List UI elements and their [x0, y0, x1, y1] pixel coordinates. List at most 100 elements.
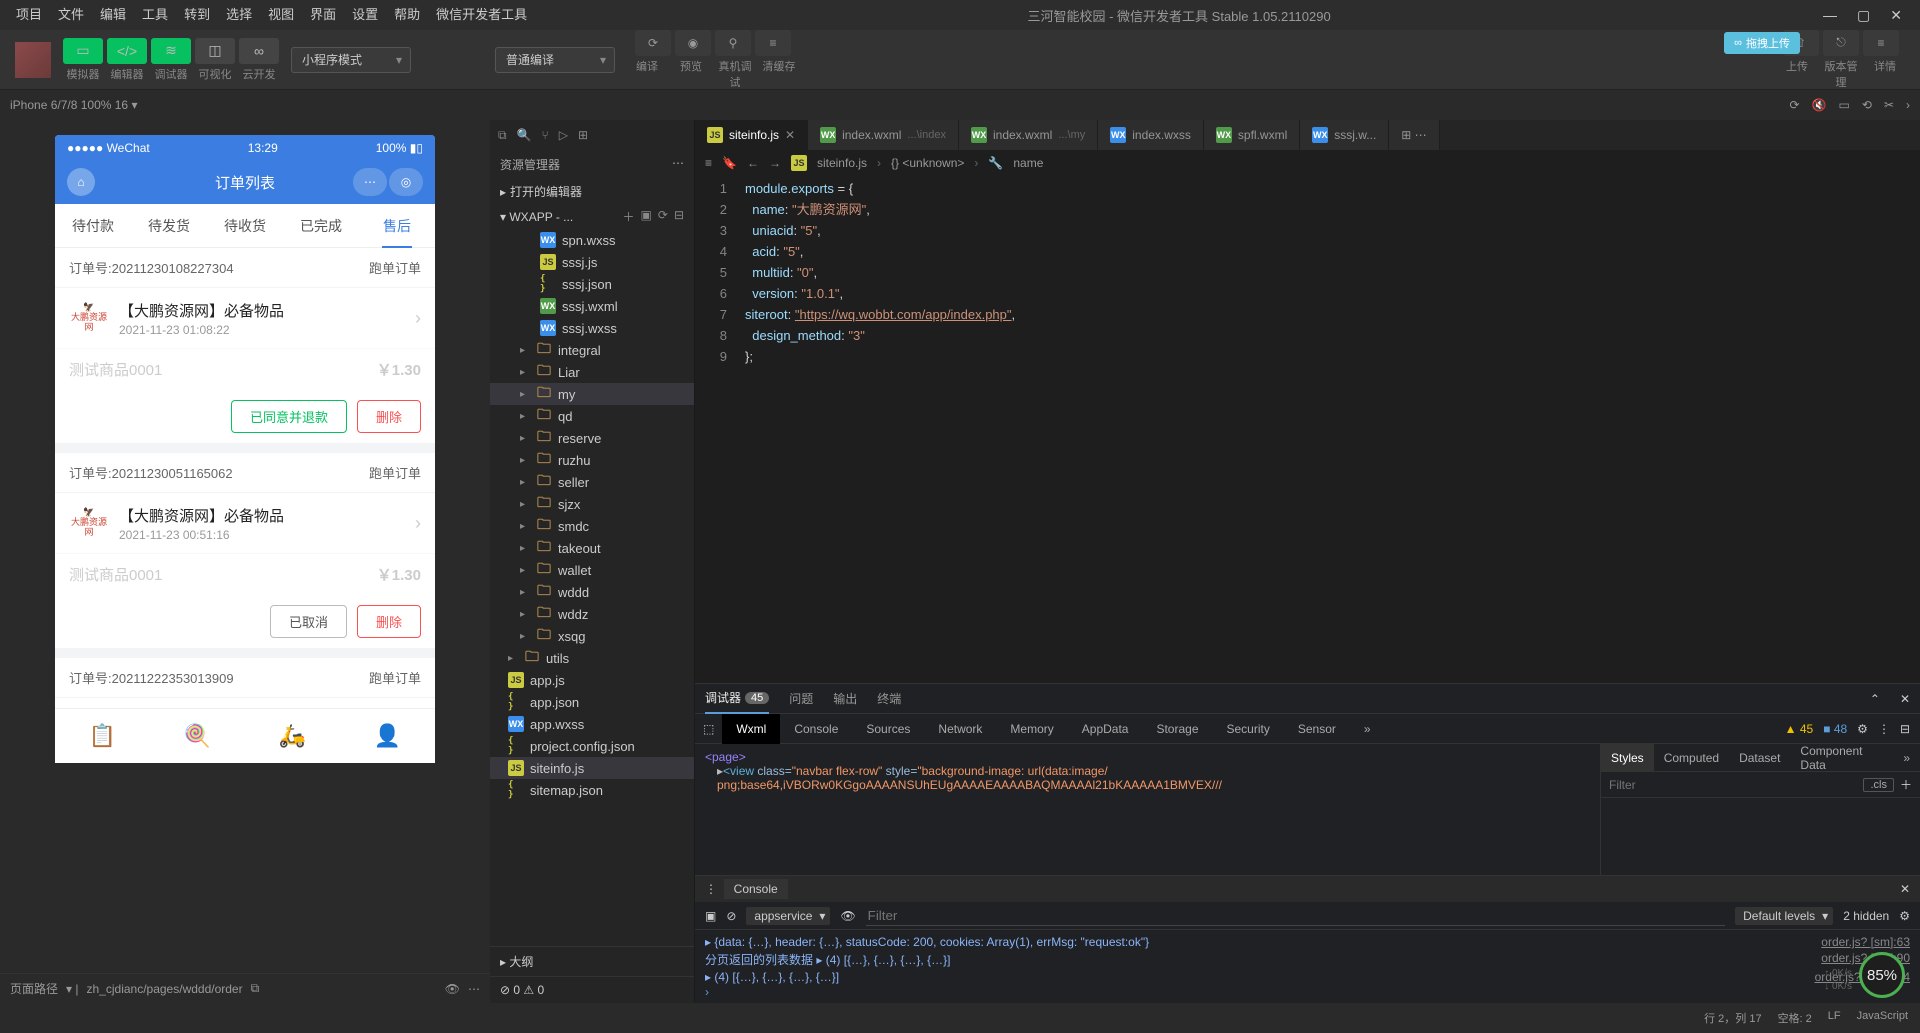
menu-选择[interactable]: 选择: [218, 7, 260, 22]
file-item[interactable]: WXapp.wxss: [490, 713, 694, 735]
tabs-overflow[interactable]: ⊞ ⋯: [1389, 120, 1439, 150]
status-item[interactable]: 行 2，列 17: [1704, 1010, 1761, 1026]
order-tab[interactable]: 待付款: [55, 204, 131, 247]
code-editor[interactable]: 123456789 module.exports = { name: "大鹏资源…: [695, 176, 1920, 683]
console-tab[interactable]: Console: [724, 879, 788, 899]
order-tab[interactable]: 已完成: [283, 204, 359, 247]
devtool-tab[interactable]: Network: [924, 714, 996, 744]
file-tree[interactable]: WXspn.wxssJSsssj.js{ }sssj.jsonWXsssj.wx…: [490, 229, 694, 946]
source-link[interactable]: order.js? [sm]:63: [1821, 935, 1910, 949]
tabbar-doc-icon[interactable]: 📋: [55, 709, 150, 763]
dbg-tab[interactable]: 调试器45: [705, 684, 769, 714]
folder-item[interactable]: ▸🗀wddd: [490, 581, 694, 603]
preview-button[interactable]: ◉: [675, 30, 711, 56]
dbg-close-icon[interactable]: ✕: [1900, 692, 1910, 706]
search-icon[interactable]: 🔍: [517, 128, 532, 142]
styles-tab[interactable]: Dataset: [1729, 744, 1790, 771]
app-mode-dropdown[interactable]: 小程序模式: [291, 47, 411, 73]
console-menu-icon[interactable]: ⋮: [705, 882, 717, 896]
dbg-tab[interactable]: 输出: [833, 684, 857, 714]
folder-item[interactable]: ▸🗀integral: [490, 339, 694, 361]
folder-item[interactable]: ▸🗀smdc: [490, 515, 694, 537]
open-editors-section[interactable]: ▸ 打开的编辑器: [490, 179, 694, 204]
detail-button[interactable]: ≡: [1863, 30, 1899, 56]
devtool-tab[interactable]: Console: [780, 714, 852, 744]
file-item[interactable]: { }sssj.json: [490, 273, 694, 295]
collapse-icon[interactable]: ⊟: [674, 208, 684, 225]
console-filter-input[interactable]: [866, 906, 1725, 926]
styles-tab[interactable]: Computed: [1654, 744, 1729, 771]
device-icon[interactable]: ▭: [1839, 98, 1850, 112]
gear-icon[interactable]: ⚙: [1857, 722, 1868, 736]
order-tab[interactable]: 待收货: [207, 204, 283, 247]
copy-icon[interactable]: ⧉: [251, 981, 260, 996]
tabbar-candy-icon[interactable]: 🍭: [150, 709, 245, 763]
upload-hint-badge[interactable]: ∞ 拖拽上传: [1724, 32, 1800, 54]
file-item[interactable]: WXsssj.wxml: [490, 295, 694, 317]
compile-mode-dropdown[interactable]: 普通编译: [495, 47, 615, 73]
devtool-tab[interactable]: Security: [1213, 714, 1284, 744]
visualize-toggle[interactable]: ◫: [195, 38, 235, 64]
back-icon[interactable]: ←: [747, 156, 759, 170]
editor-toggle[interactable]: </>: [107, 38, 147, 64]
add-style-icon[interactable]: ＋: [1900, 776, 1912, 793]
refresh-tree-icon[interactable]: ⟳: [658, 208, 668, 225]
version-button[interactable]: ⎋: [1823, 30, 1859, 56]
page-path-value[interactable]: zh_cjdianc/pages/wddd/order: [87, 982, 243, 996]
rotate-icon[interactable]: ⟲: [1862, 98, 1872, 112]
tabbar-user-icon[interactable]: 👤: [340, 709, 435, 763]
bookmark-icon[interactable]: 🔖: [722, 156, 737, 170]
cloud-dev-toggle[interactable]: ∞: [239, 38, 279, 64]
order-tab[interactable]: 待发货: [131, 204, 207, 247]
styles-filter-input[interactable]: [1609, 778, 1863, 792]
file-item[interactable]: JSsssj.js: [490, 251, 694, 273]
expand-icon[interactable]: ›: [1906, 98, 1910, 112]
menu-工具[interactable]: 工具: [134, 7, 176, 22]
new-file-icon[interactable]: ＋: [623, 208, 635, 225]
console-eye-icon[interactable]: ▣: [705, 909, 716, 923]
editor-tab[interactable]: JSsiteinfo.js✕: [695, 120, 808, 150]
folder-item[interactable]: ▸🗀wallet: [490, 559, 694, 581]
device-selector[interactable]: iPhone 6/7/8 100% 16 ▾: [10, 98, 137, 112]
devtool-tab[interactable]: AppData: [1068, 714, 1143, 744]
capsule-close-icon[interactable]: ◎: [389, 168, 423, 196]
dbg-tab[interactable]: 问题: [789, 684, 813, 714]
folder-item[interactable]: ▸🗀seller: [490, 471, 694, 493]
dock-icon[interactable]: ⋮: [1878, 722, 1890, 736]
cls-toggle[interactable]: .cls: [1863, 778, 1894, 792]
order-action-button[interactable]: 删除: [357, 605, 421, 638]
devtool-tab[interactable]: Storage: [1142, 714, 1212, 744]
forward-icon[interactable]: →: [769, 156, 781, 170]
inspect-icon[interactable]: ⬚: [695, 722, 722, 736]
devtool-tab[interactable]: Sources: [852, 714, 924, 744]
menu-界面[interactable]: 界面: [302, 7, 344, 22]
debugger-toggle[interactable]: ≋: [151, 38, 191, 64]
log-level-select[interactable]: Default levels: [1735, 907, 1833, 925]
menu-设置[interactable]: 设置: [344, 7, 386, 22]
order-body[interactable]: 🦅大鹏资源网【大鹏资源网】必备物品2021-11-23 00:51:16›: [55, 493, 435, 553]
perf-badge[interactable]: 85%: [1859, 952, 1905, 998]
editor-tab[interactable]: WXindex.wxml...\my: [959, 120, 1098, 150]
close-icon[interactable]: ✕: [1890, 7, 1902, 24]
context-select[interactable]: appservice: [746, 907, 830, 925]
folder-item[interactable]: ▸🗀qd: [490, 405, 694, 427]
menu-项目[interactable]: 项目: [8, 7, 50, 22]
folder-item[interactable]: ▸🗀Liar: [490, 361, 694, 383]
devtool-tab[interactable]: Sensor: [1284, 714, 1350, 744]
status-item[interactable]: JavaScript: [1857, 1010, 1908, 1026]
file-item[interactable]: { }project.config.json: [490, 735, 694, 757]
folder-item[interactable]: ▸🗀reserve: [490, 427, 694, 449]
dbg-up-icon[interactable]: ⌃: [1870, 692, 1880, 706]
editor-tab[interactable]: WXindex.wxml...\index: [808, 120, 959, 150]
file-item[interactable]: JSapp.js: [490, 669, 694, 691]
order-body[interactable]: 🦅大鹏资源网【大鹏资源网】必备物品2021-11-23 01:08:22›: [55, 288, 435, 348]
menu-编辑[interactable]: 编辑: [92, 7, 134, 22]
toolbar-icon[interactable]: ≡: [705, 156, 712, 170]
console-close-icon[interactable]: ✕: [1900, 882, 1910, 896]
menu-帮助[interactable]: 帮助: [386, 7, 428, 22]
file-item[interactable]: { }sitemap.json: [490, 779, 694, 801]
editor-tab[interactable]: WXsssj.w...: [1300, 120, 1389, 150]
live-icon[interactable]: 👁: [840, 909, 855, 923]
more-icon[interactable]: ⋯: [468, 982, 480, 996]
file-item[interactable]: { }app.json: [490, 691, 694, 713]
